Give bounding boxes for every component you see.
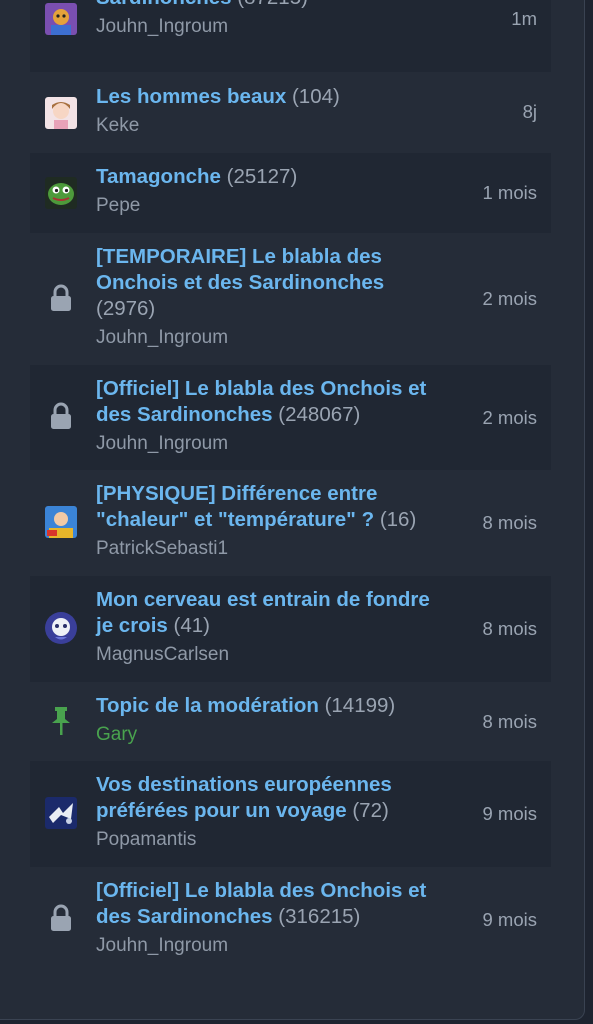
topic-row[interactable]: Tamagonche (25127) Pepe 1 mois (30, 153, 551, 233)
topic-title[interactable]: [Officiel] Le blabla des Onchois et des … (96, 878, 446, 930)
topic-list-panel: ​Sardinonches (87215) Jouhn_Ingroum 1m L… (0, 0, 585, 1020)
topic-title[interactable]: ​Sardinonches (87215) (96, 0, 456, 11)
topic-author[interactable]: Jouhn_Ingroum (96, 934, 446, 958)
lock-icon (44, 901, 78, 935)
topic-time: 9 mois (482, 803, 538, 824)
topic-row[interactable]: [PHYSIQUE] Différence entre "chaleur" et… (30, 470, 551, 576)
pin-icon (44, 704, 78, 738)
topic-title[interactable]: [TEMPORAIRE] Le blabla des Onchois et de… (96, 244, 396, 322)
topic-row[interactable]: [TEMPORAIRE] Le blabla des Onchois et de… (30, 233, 551, 365)
topic-text: [TEMPORAIRE] Le blabla des Onchois et de… (96, 244, 396, 350)
topic-title[interactable]: Tamagonche (25127) (96, 164, 456, 190)
avatar-popamantis-icon[interactable] (44, 796, 78, 830)
topic-text: Mon cerveau est entrain de fondre je cro… (96, 587, 446, 667)
topic-title[interactable]: [PHYSIQUE] Différence entre "chaleur" et… (96, 481, 456, 533)
topic-title[interactable]: Mon cerveau est entrain de fondre je cro… (96, 587, 446, 639)
topic-author[interactable]: Jouhn_Ingroum (96, 326, 396, 350)
topic-time: 2 mois (482, 288, 538, 309)
topic-time: 8 mois (482, 711, 538, 732)
topic-author[interactable]: Keke (96, 114, 456, 138)
avatar-pepe-icon[interactable] (44, 176, 78, 210)
topic-row[interactable]: Vos destinations européennes préférées p… (30, 761, 551, 867)
avatar-jouhn-icon[interactable] (44, 2, 78, 36)
topic-time: 9 mois (482, 909, 538, 930)
topic-time: 8j (522, 101, 537, 122)
topic-row[interactable]: Mon cerveau est entrain de fondre je cro… (30, 576, 551, 682)
topic-time: 8 mois (482, 618, 538, 639)
topic-row[interactable]: Les hommes beaux (104) Keke 8j (30, 72, 551, 153)
topic-author[interactable]: Pepe (96, 194, 456, 218)
topic-author[interactable]: PatrickSebasti1 (96, 537, 456, 561)
topic-row[interactable]: Topic de la modération (14199) Gary 8 mo… (30, 682, 551, 761)
topic-author[interactable]: Jouhn_Ingroum (96, 15, 456, 39)
topic-title[interactable]: Vos destinations européennes préférées p… (96, 772, 436, 824)
topic-title[interactable]: Les hommes beaux (104) (96, 84, 456, 110)
topic-text: [Officiel] Le blabla des Onchois et des … (96, 376, 446, 456)
topic-text: Tamagonche (25127) Pepe (96, 164, 456, 218)
topic-time: 1 mois (482, 182, 538, 203)
avatar-magnus-icon[interactable] (44, 611, 78, 645)
topic-title[interactable]: Topic de la modération (14199) (96, 693, 456, 719)
lock-icon (44, 399, 78, 433)
topic-text: [Officiel] Le blabla des Onchois et des … (96, 878, 446, 958)
topic-time: 8 mois (482, 512, 538, 533)
topic-text: ​Sardinonches (87215) Jouhn_Ingroum (96, 0, 456, 39)
topic-text: Vos destinations européennes préférées p… (96, 772, 436, 852)
topic-time: 2 mois (482, 407, 538, 428)
topic-row[interactable]: [Officiel] Le blabla des Onchois et des … (30, 867, 551, 973)
topic-author[interactable]: MagnusCarlsen (96, 643, 446, 667)
topic-author[interactable]: Popamantis (96, 828, 436, 852)
topic-time: 1m (511, 8, 537, 29)
topic-author[interactable]: Gary (96, 723, 456, 747)
topic-title[interactable]: [Officiel] Le blabla des Onchois et des … (96, 376, 446, 428)
topic-author[interactable]: Jouhn_Ingroum (96, 432, 446, 456)
topic-text: [PHYSIQUE] Différence entre "chaleur" et… (96, 481, 456, 561)
topic-text: Topic de la modération (14199) Gary (96, 693, 456, 747)
avatar-patrick-icon[interactable] (44, 505, 78, 539)
topic-row[interactable]: [Officiel] Le blabla des Onchois et des … (30, 365, 551, 470)
topic-row[interactable]: ​Sardinonches (87215) Jouhn_Ingroum 1m (30, 0, 551, 72)
lock-icon (44, 281, 78, 315)
topic-text: Les hommes beaux (104) Keke (96, 84, 456, 138)
avatar-keke-icon[interactable] (44, 96, 78, 130)
